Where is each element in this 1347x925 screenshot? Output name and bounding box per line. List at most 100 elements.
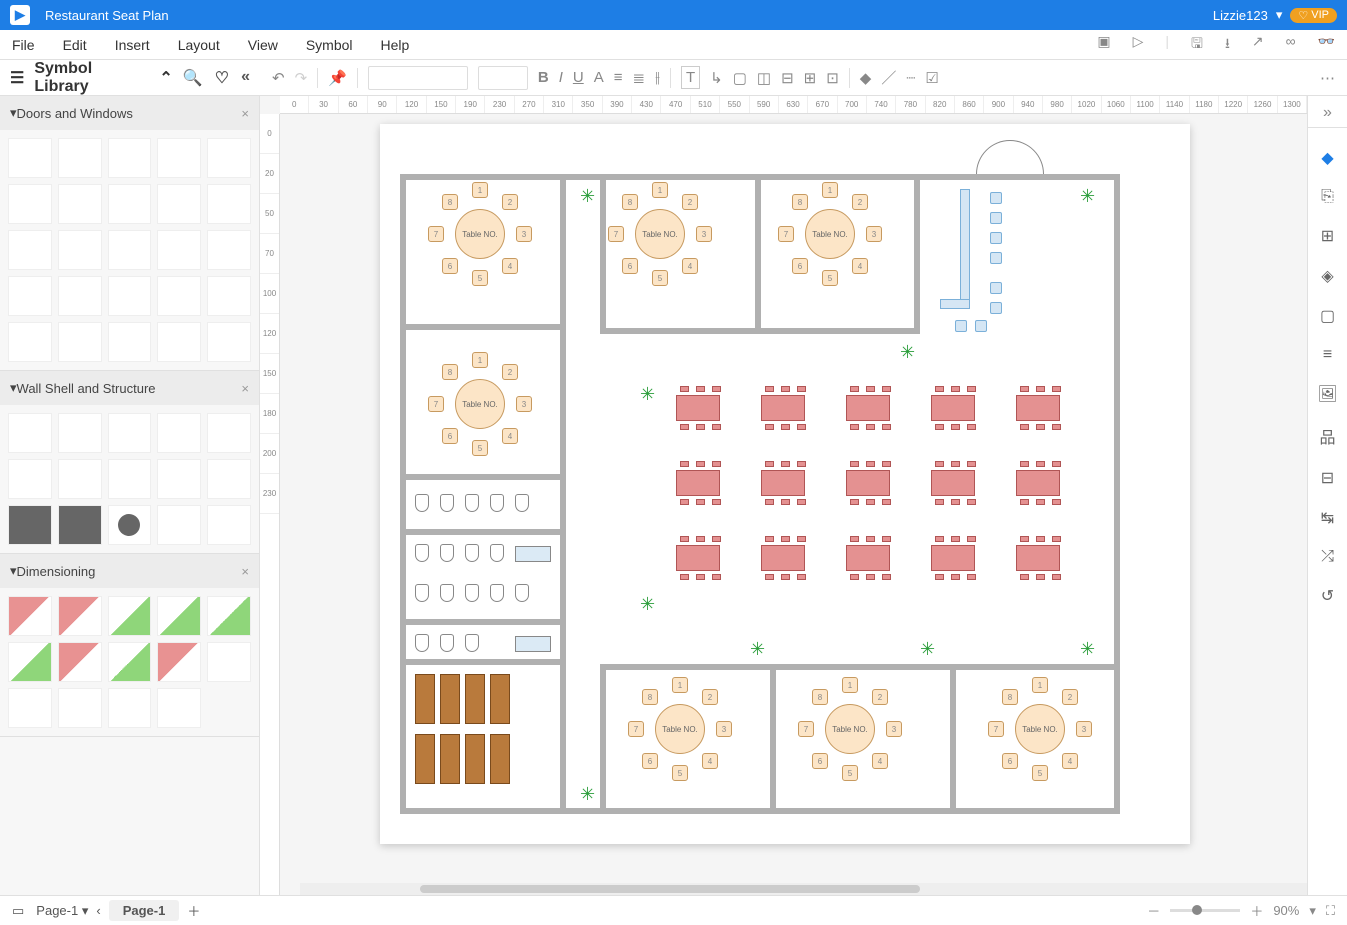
stool[interactable] [990,282,1002,294]
toilet[interactable] [490,584,504,602]
underline-button[interactable]: U [573,69,584,86]
play-icon[interactable]: ▷ [1133,33,1144,57]
symbol-item[interactable] [58,596,102,636]
symbol-item[interactable] [8,322,52,362]
zoom-in-button[interactable]: ＋ [1250,901,1263,920]
symbol-item[interactable] [207,276,251,316]
rect-table[interactable] [925,464,981,502]
symbol-item[interactable] [157,459,201,499]
round-table[interactable]: Table NO.12345678 [430,354,530,454]
share-icon[interactable]: ∞ [1286,33,1296,57]
rect-table[interactable] [670,539,726,577]
plant[interactable]: ✳ [920,639,938,657]
zoom-out-button[interactable]: － [1147,901,1160,920]
menu-insert[interactable]: Insert [115,37,150,53]
symbol-item[interactable] [207,505,251,545]
rect-table[interactable] [840,539,896,577]
symbol-item[interactable] [8,596,52,636]
symbol-item[interactable] [108,459,152,499]
italic-button[interactable]: I [559,69,563,86]
download-icon[interactable]: ⭳ [1225,33,1230,57]
symbol-item[interactable] [8,688,52,728]
comment-panel-icon[interactable]: ⊟ [1321,468,1334,488]
stool[interactable] [990,252,1002,264]
toilet[interactable] [440,544,454,562]
symbol-item[interactable] [157,138,201,178]
symbol-item[interactable] [58,230,102,270]
symbol-item[interactable] [58,138,102,178]
scrollbar-horizontal[interactable] [300,883,1307,895]
symbol-item[interactable] [157,413,201,453]
round-table[interactable]: Table NO.12345678 [800,679,900,779]
symbol-item[interactable] [8,413,52,453]
toilet[interactable] [515,494,529,512]
symbol-item[interactable] [207,230,251,270]
stool[interactable] [975,320,987,332]
menu-file[interactable]: File [12,37,35,53]
rect-table[interactable] [840,389,896,427]
symbol-item[interactable] [108,642,152,682]
round-table[interactable]: Table NO.12345678 [780,184,880,284]
bench[interactable] [465,674,485,724]
menu-symbol[interactable]: Symbol [306,37,353,53]
rect-table[interactable] [840,464,896,502]
list-button[interactable]: ≣ [632,69,645,87]
category-header[interactable]: ▾ Doors and Windows × [0,96,259,130]
symbol-item[interactable] [108,505,152,545]
tab-prev[interactable]: ‹ [96,903,100,918]
symbol-item[interactable] [8,642,52,682]
undo-button[interactable]: ↶ [272,69,285,87]
category-header[interactable]: ▾ Dimensioning × [0,554,259,588]
rect-table[interactable] [1010,389,1066,427]
symbol-item[interactable] [157,322,201,362]
menu-layout[interactable]: Layout [178,37,220,53]
theme-panel-icon[interactable]: ◆ [1321,148,1333,168]
ruler-panel-icon[interactable]: ↹ [1321,508,1334,528]
bench[interactable] [440,734,460,784]
binoculars-icon[interactable]: 👓 [1318,33,1335,57]
symbol-item[interactable] [207,413,251,453]
rect-table[interactable] [755,464,811,502]
symbol-item[interactable] [157,230,201,270]
bench[interactable] [440,674,460,724]
font-size-select[interactable] [478,66,528,90]
rect-table[interactable] [925,389,981,427]
save-icon[interactable]: 🖫 [1191,33,1203,57]
plant[interactable]: ✳ [1080,639,1098,657]
align-objects-tool[interactable]: ⊟ [781,69,794,87]
round-table[interactable]: Table NO.12345678 [610,184,710,284]
symbol-item[interactable] [207,138,251,178]
chevron-down-icon[interactable]: ▾ [1309,903,1316,919]
pin-icon[interactable]: 📌 [328,69,347,87]
rect-table[interactable] [755,389,811,427]
app-logo[interactable]: ▶ [10,5,30,25]
plant[interactable]: ✳ [640,594,658,612]
symbol-item[interactable] [8,138,52,178]
collapse-icon[interactable]: « [241,68,250,88]
focus-icon[interactable]: ▣ [1097,33,1110,57]
category-header[interactable]: ▾ Wall Shell and Structure × [0,371,259,405]
rect-table[interactable] [1010,539,1066,577]
symbol-item[interactable] [8,230,52,270]
symbol-item[interactable] [108,596,152,636]
plant[interactable]: ✳ [900,342,918,360]
symbol-item[interactable] [157,688,201,728]
symbol-item[interactable] [58,413,102,453]
align-button[interactable]: ≡ [614,69,623,86]
text-color-button[interactable]: A [594,69,604,86]
bench[interactable] [465,734,485,784]
stool[interactable] [990,302,1002,314]
layers-panel-icon[interactable]: ◈ [1321,266,1333,286]
stool[interactable] [990,212,1002,224]
symbol-item[interactable] [207,596,251,636]
sink[interactable] [515,636,551,652]
rect-table[interactable] [755,539,811,577]
image-panel-icon[interactable]: 🖼 [1317,384,1337,404]
symbol-item[interactable] [108,276,152,316]
symbol-item[interactable] [58,459,102,499]
round-table[interactable]: Table NO.12345678 [430,184,530,284]
symbol-item[interactable] [108,413,152,453]
toilet[interactable] [440,634,454,652]
symbol-item[interactable] [207,642,251,682]
rect-table[interactable] [925,539,981,577]
